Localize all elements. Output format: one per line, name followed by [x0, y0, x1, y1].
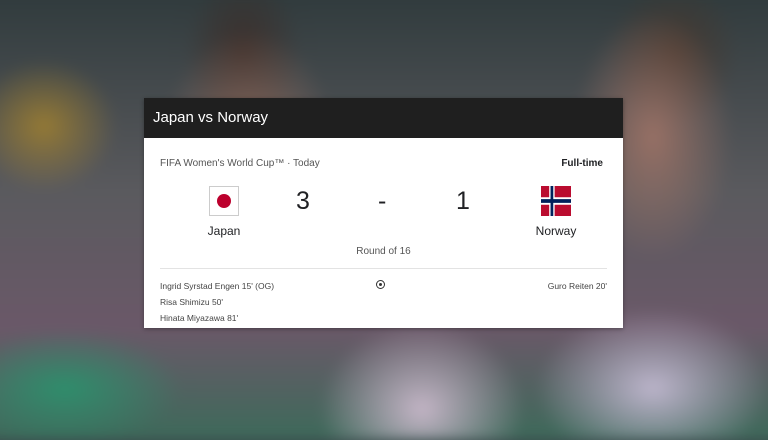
norway-flag-icon — [541, 186, 571, 216]
home-scorers-list: Ingrid Syrstad Engen 15' (OG) Risa Shimi… — [160, 280, 274, 328]
score-separator: - — [378, 187, 387, 215]
away-team-name: Norway — [535, 224, 577, 238]
round-label: Round of 16 — [356, 246, 411, 257]
home-score: 3 — [296, 187, 310, 215]
home-scorer: Risa Shimizu 50' — [160, 297, 224, 307]
competition-label: FIFA Women's World Cup™ · Today — [160, 158, 320, 169]
away-scorers-list: Guro Reiten 20' — [548, 280, 607, 296]
divider — [160, 268, 607, 269]
home-scorer: Hinata Miyazawa 81' — [160, 313, 239, 323]
match-status: Full-time — [561, 158, 603, 169]
match-title: Japan vs Norway — [144, 98, 623, 138]
home-team[interactable]: Japan — [184, 186, 264, 238]
home-team-name: Japan — [207, 224, 241, 238]
match-meta: FIFA Women's World Cup™ · Today Full-tim… — [160, 158, 603, 169]
away-score: 1 — [456, 187, 470, 215]
match-card[interactable]: Japan vs Norway FIFA Women's World Cup™ … — [144, 98, 623, 328]
japan-flag-icon — [209, 186, 239, 216]
home-scorer: Ingrid Syrstad Engen 15' (OG) — [160, 281, 275, 291]
away-team[interactable]: Norway — [516, 186, 596, 238]
away-scorer: Guro Reiten 20' — [547, 281, 607, 291]
soccer-ball-icon — [376, 280, 385, 289]
